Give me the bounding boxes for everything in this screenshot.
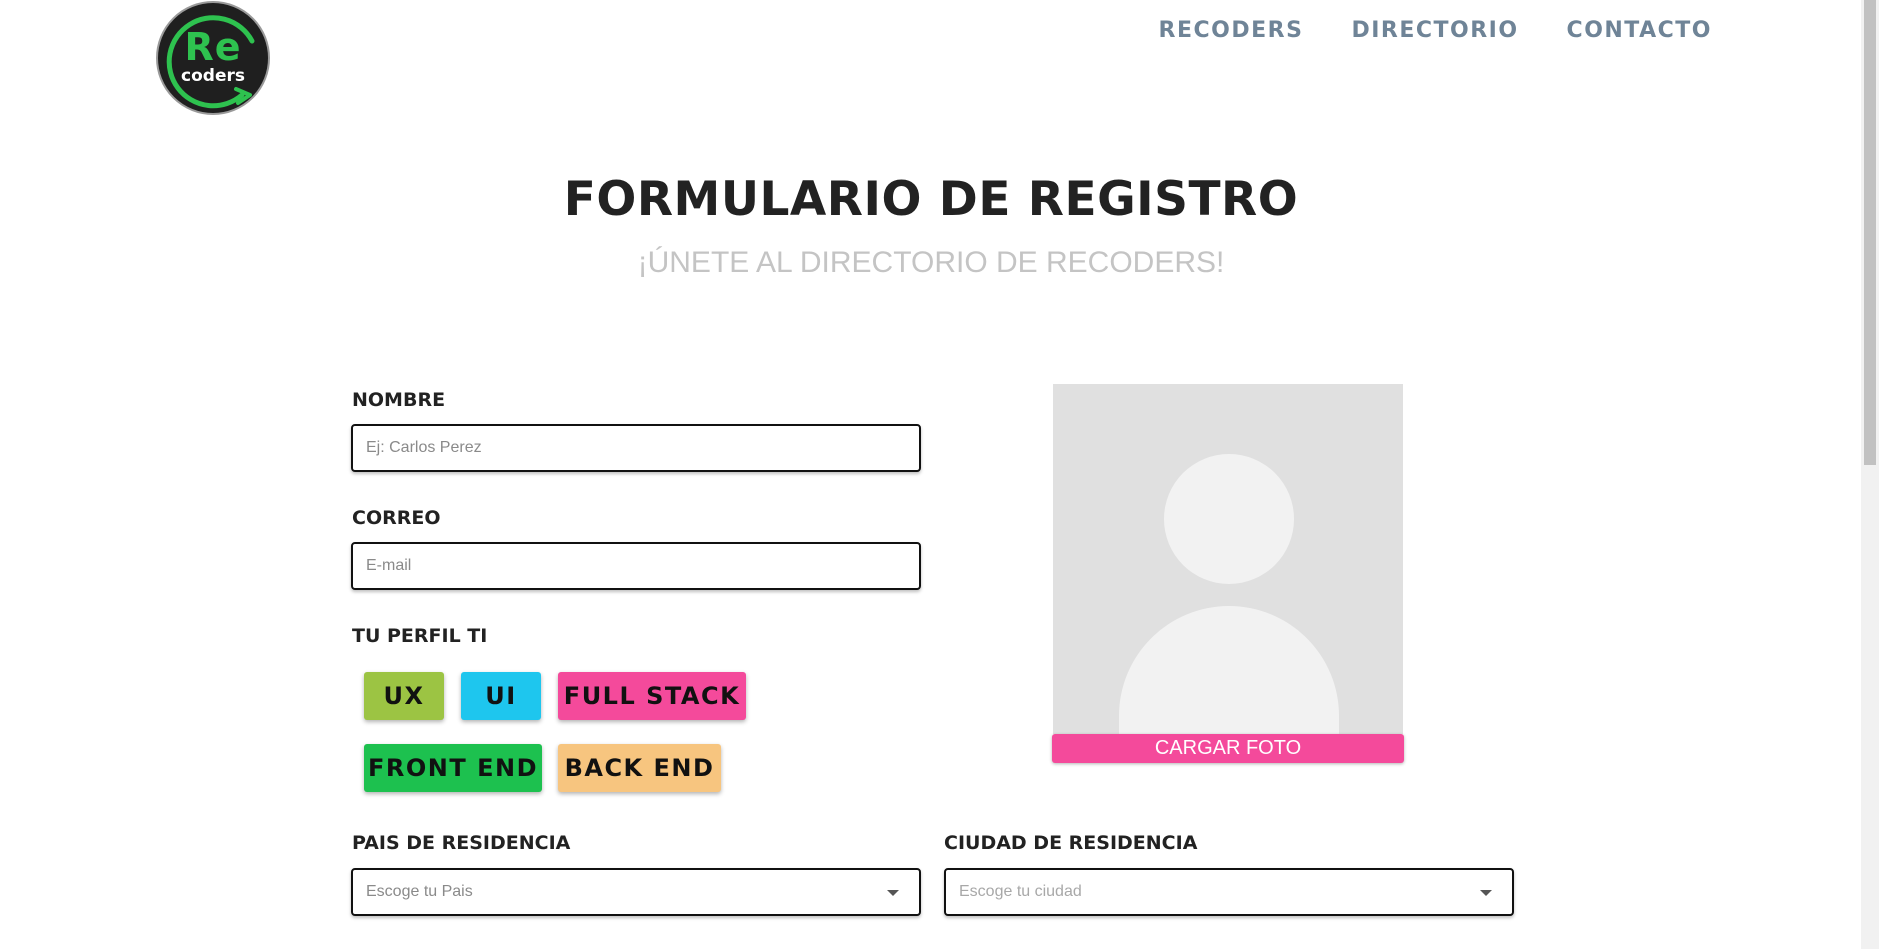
header: Re coders RECODERS DIRECTORIO CONTACTO — [0, 0, 1860, 120]
avatar-head-icon — [1164, 454, 1294, 584]
scrollbar-thumb[interactable] — [1864, 0, 1876, 465]
avatar-body-icon — [1119, 606, 1339, 734]
city-select[interactable]: Escoge tu ciudad — [944, 868, 1514, 916]
nav-link-directorio[interactable]: DIRECTORIO — [1351, 18, 1518, 43]
avatar-placeholder — [1053, 384, 1403, 734]
nav-link-contacto[interactable]: CONTACTO — [1567, 18, 1712, 43]
logo-text-coders: coders — [181, 66, 245, 86]
profile-label: TU PERFIL TI — [352, 625, 488, 647]
page-subtitle: ¡ÚNETE AL DIRECTORIO DE RECODERS! — [637, 246, 1225, 279]
email-label: CORREO — [352, 507, 441, 529]
city-label: CIUDAD DE RESIDENCIA — [944, 832, 1198, 854]
profile-chip-ui[interactable]: UI — [461, 672, 541, 720]
name-field-wrapper — [351, 424, 921, 472]
city-select-placeholder: Escoge tu ciudad — [959, 883, 1082, 900]
main-nav: RECODERS DIRECTORIO CONTACTO — [1159, 18, 1712, 43]
name-label: NOMBRE — [352, 389, 446, 411]
logo-text-re: Re — [184, 25, 242, 69]
name-input[interactable] — [353, 426, 919, 470]
recoders-logo[interactable]: Re coders — [156, 1, 270, 115]
nav-link-recoders[interactable]: RECODERS — [1159, 18, 1304, 43]
chevron-down-icon[interactable] — [1480, 890, 1492, 896]
upload-photo-button[interactable]: CARGAR FOTO — [1052, 734, 1404, 763]
email-input[interactable] — [353, 544, 919, 588]
profile-chip-full-stack[interactable]: FULL STACK — [558, 672, 746, 720]
country-select-placeholder: Escoge tu Pais — [366, 883, 473, 900]
country-label: PAIS DE RESIDENCIA — [352, 832, 571, 854]
profile-chip-back-end[interactable]: BACK END — [558, 744, 721, 792]
vertical-scrollbar[interactable] — [1861, 0, 1879, 949]
chevron-down-icon[interactable] — [887, 890, 899, 896]
profile-chip-ux[interactable]: UX — [364, 672, 444, 720]
profile-chip-front-end[interactable]: FRONT END — [364, 744, 542, 792]
page-title: FORMULARIO DE REGISTRO — [563, 172, 1299, 227]
email-field-wrapper — [351, 542, 921, 590]
country-select[interactable]: Escoge tu Pais — [351, 868, 921, 916]
